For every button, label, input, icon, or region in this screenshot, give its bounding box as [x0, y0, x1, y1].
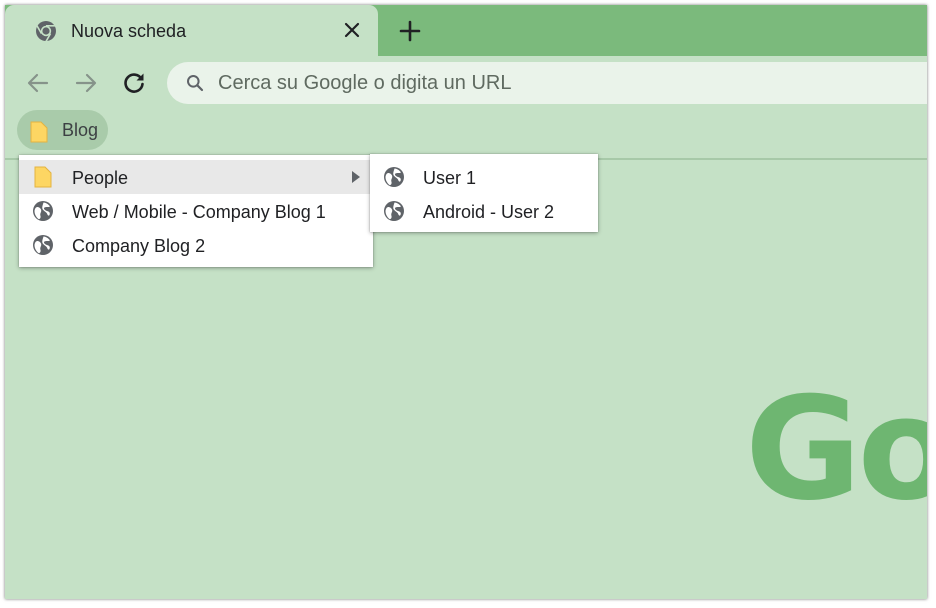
menu-item-user-1[interactable]: User 1: [370, 160, 598, 194]
browser-window: Nuova scheda Cerca su Google o digita un…: [5, 5, 927, 599]
folder-icon: [34, 166, 52, 188]
submenu-arrow-icon: [352, 171, 360, 183]
menu-item-label: User 1: [423, 168, 477, 188]
google-logo: Go: [745, 367, 927, 532]
menu-item-company-blog-1[interactable]: Web / Mobile - Company Blog 1: [19, 194, 373, 228]
menu-item-label: People: [72, 168, 129, 188]
globe-icon: [384, 201, 404, 221]
omnibox[interactable]: Cerca su Google o digita un URL: [167, 62, 927, 104]
forward-button[interactable]: [73, 70, 99, 96]
globe-icon: [33, 201, 53, 221]
menu-item-label: Company Blog 2: [72, 236, 206, 256]
people-submenu: User 1 Android - User 2: [370, 154, 598, 232]
chrome-icon: [36, 21, 56, 42]
menu-item-company-blog-2[interactable]: Company Blog 2: [19, 228, 373, 262]
reload-button[interactable]: [121, 70, 147, 96]
bookmark-folder-menu: People Web / Mobile - Company Blog 1 Com…: [19, 155, 373, 267]
bookmark-folder-blog[interactable]: Blog: [17, 110, 108, 150]
menu-item-label: Android - User 2: [423, 202, 555, 222]
search-icon: [187, 75, 204, 92]
close-icon[interactable]: [343, 21, 361, 39]
back-button[interactable]: [25, 70, 51, 96]
tab-nuova-scheda[interactable]: Nuova scheda: [5, 5, 378, 56]
tab-title: Nuova scheda: [71, 21, 187, 41]
globe-icon: [384, 167, 404, 187]
menu-item-android-user-2[interactable]: Android - User 2: [370, 194, 598, 228]
folder-icon: [30, 121, 48, 143]
menu-item-label: Web / Mobile - Company Blog 1: [72, 202, 326, 222]
omnibox-placeholder: Cerca su Google o digita un URL: [218, 72, 512, 94]
tab-strip: Nuova scheda: [5, 5, 927, 56]
bookmark-label: Blog: [62, 120, 99, 140]
globe-icon: [33, 235, 53, 255]
plus-icon[interactable]: [397, 18, 423, 44]
menu-item-people[interactable]: People: [19, 160, 373, 194]
